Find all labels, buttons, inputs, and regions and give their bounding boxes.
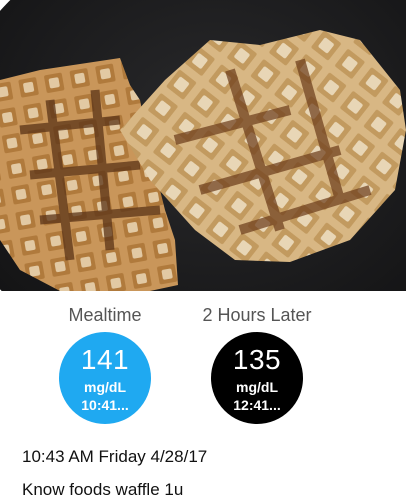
later-glucose-value: 135	[232, 344, 282, 375]
waffle-photo-icon	[0, 0, 406, 291]
later-glucose-bubble[interactable]: 135 mg/dL 12:41...	[211, 332, 303, 424]
entry-note: Know foods waffle 1u	[22, 480, 184, 499]
later-glucose-time: 12:41...	[233, 397, 281, 413]
mealtime-glucose-bubble[interactable]: 141 mg/dL 10:41...	[59, 332, 151, 424]
mealtime-glucose-time: 10:41...	[81, 397, 129, 413]
later-label: 2 Hours Later	[202, 305, 312, 325]
mealtime-glucose-value: 141	[80, 344, 130, 375]
mealtime-label: Mealtime	[68, 305, 142, 325]
later-glucose-unit: mg/dL	[236, 379, 278, 395]
entry-datetime: 10:43 AM Friday 4/28/17	[22, 447, 208, 466]
glucose-readings: Mealtime 141 mg/dL 10:41... 2 Hours Late…	[0, 291, 406, 431]
mealtime-glucose-unit: mg/dL	[84, 379, 126, 395]
meal-photo[interactable]	[0, 0, 406, 291]
